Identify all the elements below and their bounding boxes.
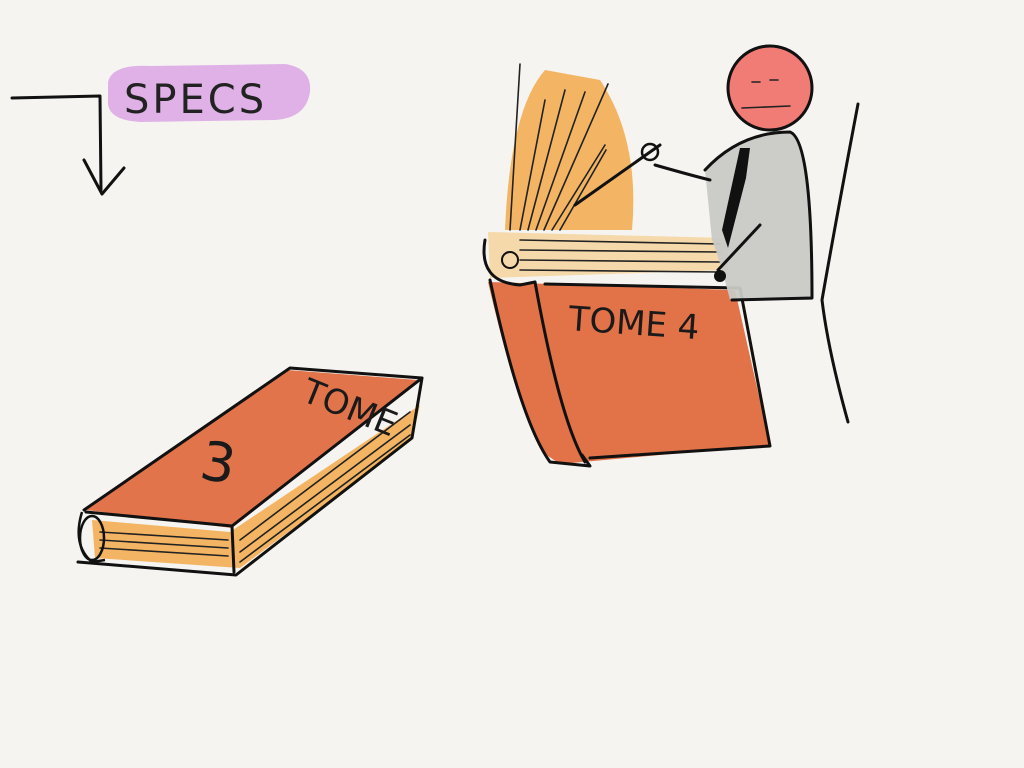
- closed-book-tome-3: TOME 3: [76, 366, 424, 577]
- down-arrow-icon: [10, 94, 126, 196]
- specs-label: SPECS: [124, 77, 267, 123]
- sketch-canvas: SPECS TOME 3 TOME 4: [10, 44, 860, 577]
- hand: [714, 270, 726, 282]
- specs-callout: SPECS: [10, 64, 311, 196]
- chair-back: [820, 102, 860, 424]
